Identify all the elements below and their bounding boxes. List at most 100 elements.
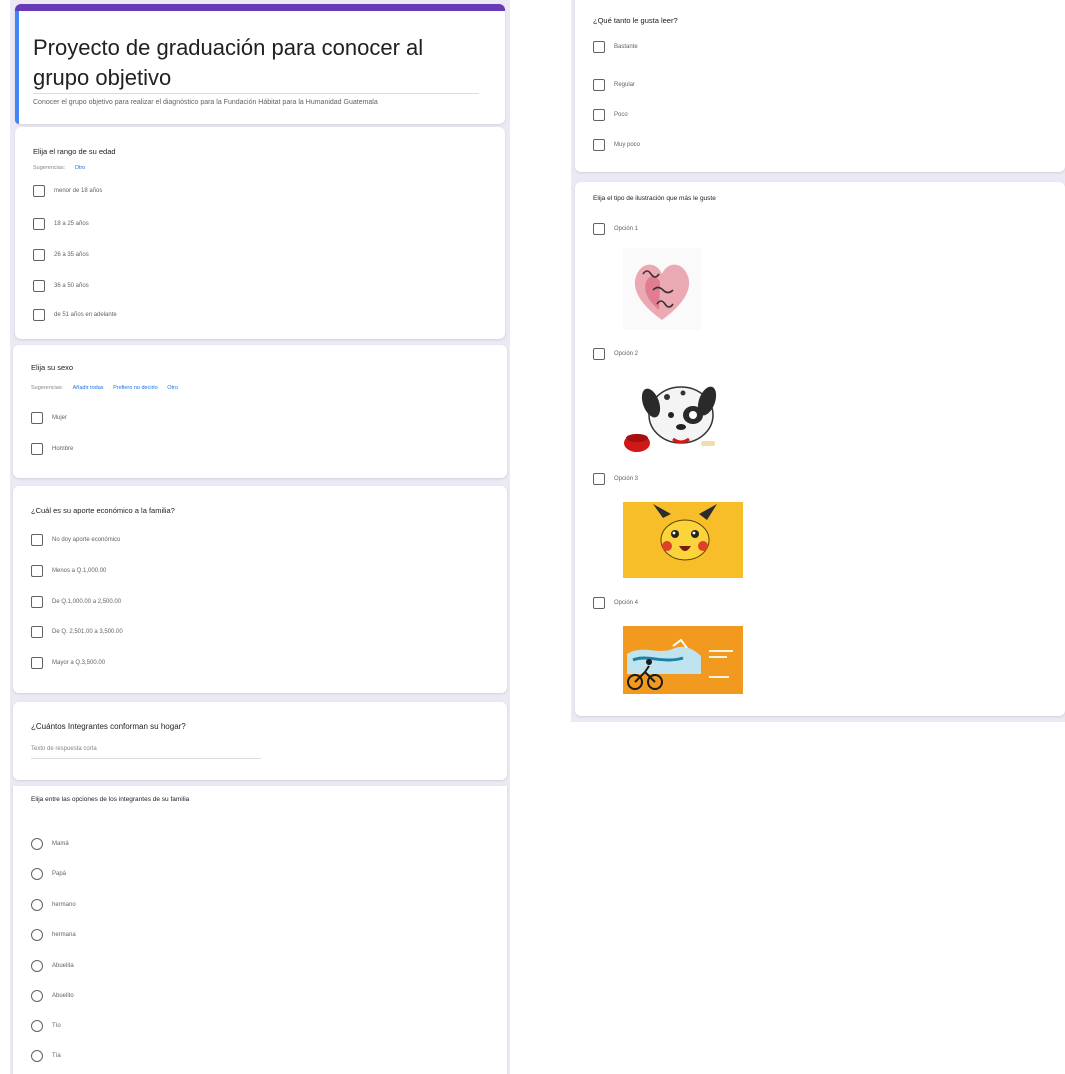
option-item[interactable]: Tío (31, 1019, 61, 1033)
question-title[interactable]: ¿Qué tanto le gusta leer? (593, 16, 678, 25)
option-label: De Q. 2,501.00 a 3,500.00 (52, 629, 123, 635)
radio-icon[interactable] (31, 868, 43, 880)
option-label: Tía (52, 1053, 61, 1059)
option-item[interactable]: Muy poco (593, 138, 640, 152)
option-label: 36 a 50 años (54, 283, 89, 289)
checkbox-icon[interactable] (31, 565, 43, 577)
question-card-reading[interactable]: ¿Qué tanto le gusta leer? Bastante Regul… (575, 0, 1065, 172)
option-label: Tío (52, 1023, 61, 1029)
option-item[interactable]: 26 a 35 años (33, 248, 89, 262)
option-item[interactable]: hermana (31, 928, 76, 942)
form-header-card: Proyecto de graduación para conocer al g… (15, 4, 505, 124)
option-item[interactable]: Regular (593, 78, 635, 92)
checkbox-icon[interactable] (593, 223, 605, 235)
checkbox-icon[interactable] (31, 626, 43, 638)
option-item[interactable]: De Q.1,000.00 a 2,500.00 (31, 595, 121, 609)
question-card-household[interactable]: ¿Cuántos Integrantes conforman su hogar?… (13, 702, 507, 780)
option-label: De Q.1,000.00 a 2,500.00 (52, 599, 122, 605)
checkbox-icon[interactable] (593, 473, 605, 485)
option-label: 18 a 25 años (54, 221, 89, 227)
question-card-income[interactable]: ¿Cuál es su aporte económico a la famili… (13, 486, 507, 693)
radio-icon[interactable] (31, 1020, 43, 1032)
option-item[interactable]: Papá (31, 867, 66, 881)
radio-icon[interactable] (31, 899, 43, 911)
question-card-family[interactable]: Elija entre las opciones de los integran… (13, 786, 507, 1074)
option-item[interactable]: Hombre (31, 442, 73, 456)
checkbox-icon[interactable] (593, 139, 605, 151)
suggestion-other-link[interactable]: Otro (167, 385, 178, 391)
option-label: Opción 4 (614, 600, 639, 606)
option-item[interactable]: De Q. 2,501.00 a 3,500.00 (31, 625, 123, 639)
option-item[interactable]: Abuelita (31, 959, 74, 973)
question-title[interactable]: Elija el tipo de ilustración que más le … (593, 195, 716, 202)
option-label: Poco (614, 112, 628, 118)
option-item[interactable]: Abuelito (31, 989, 74, 1003)
form-title[interactable]: Proyecto de graduación para conocer al g… (33, 33, 483, 93)
option-item[interactable]: 36 a 50 años (33, 279, 89, 293)
watercolor-heart-lettering-image (623, 248, 701, 330)
question-title[interactable]: ¿Cuál es su aporte económico a la famili… (31, 506, 175, 515)
option-label: Opción 1 (614, 226, 639, 232)
option-item[interactable]: de 51 años en adelante (33, 308, 117, 322)
checkbox-icon[interactable] (31, 596, 43, 608)
option-item[interactable]: Mujer (31, 411, 67, 425)
suggestions-row: Sugerencias: Otro (33, 165, 85, 171)
option-item[interactable]: Opción 4 (593, 596, 638, 610)
checkbox-icon[interactable] (31, 443, 43, 455)
checkbox-icon[interactable] (593, 79, 605, 91)
checkbox-icon[interactable] (33, 280, 45, 292)
option-item[interactable]: Bastante (593, 40, 638, 54)
checkbox-icon[interactable] (593, 41, 605, 53)
option-item[interactable]: Tía (31, 1049, 61, 1063)
suggestion-prefer-not-link[interactable]: Prefiero no decirlo (113, 385, 158, 391)
question-card-illustration[interactable]: Elija el tipo de ilustración que más le … (575, 182, 1065, 716)
option-item[interactable]: Menos a Q.1,000.00 (31, 564, 106, 578)
checkbox-icon[interactable] (593, 597, 605, 609)
cyclist-orange-poster-image (623, 626, 743, 694)
short-answer-input[interactable]: Texto de respuesta corta (31, 746, 261, 759)
radio-icon[interactable] (31, 838, 43, 850)
option-label: No doy aporte económico (52, 537, 121, 543)
question-card-sex[interactable]: Elija su sexo Sugerencias: Añadir todas … (13, 345, 507, 478)
option-item[interactable]: 18 a 25 años (33, 217, 89, 231)
option-label: 26 a 35 años (54, 252, 89, 258)
form-column-right: ¿Qué tanto le gusta leer? Bastante Regul… (571, 0, 1065, 722)
option-label: Papá (52, 871, 67, 877)
question-title[interactable]: Elija el rango de su edad (33, 147, 116, 156)
option-item[interactable]: Opción 2 (593, 347, 638, 361)
checkbox-icon[interactable] (31, 657, 43, 669)
checkbox-icon[interactable] (33, 218, 45, 230)
checkbox-icon[interactable] (33, 185, 45, 197)
option-item[interactable]: Mamá (31, 837, 69, 851)
option-item[interactable]: Opción 1 (593, 222, 638, 236)
question-title[interactable]: Elija su sexo (31, 363, 73, 372)
option-item[interactable]: Opción 3 (593, 472, 638, 486)
option-label: hermana (52, 932, 76, 938)
radio-icon[interactable] (31, 1050, 43, 1062)
checkbox-icon[interactable] (31, 534, 43, 546)
radio-icon[interactable] (31, 990, 43, 1002)
form-description[interactable]: Conocer el grupo objetivo para realizar … (33, 99, 378, 106)
option-item[interactable]: Mayor a Q.3,500.00 (31, 656, 105, 670)
dalmatian-puppy-image (623, 375, 719, 457)
checkbox-icon[interactable] (593, 109, 605, 121)
option-label: Mujer (52, 415, 68, 421)
option-item[interactable]: menor de 18 años (33, 184, 102, 198)
option-label: Hombre (52, 446, 74, 452)
form-column-left: Proyecto de graduación para conocer al g… (10, 0, 510, 1074)
checkbox-icon[interactable] (33, 249, 45, 261)
question-card-age[interactable]: Elija el rango de su edad Sugerencias: O… (15, 127, 505, 339)
option-item[interactable]: No doy aporte económico (31, 533, 120, 547)
radio-icon[interactable] (31, 960, 43, 972)
checkbox-icon[interactable] (593, 348, 605, 360)
radio-icon[interactable] (31, 929, 43, 941)
checkbox-icon[interactable] (33, 309, 45, 321)
suggestion-other-link[interactable]: Otro (75, 165, 86, 171)
question-title[interactable]: ¿Cuántos Integrantes conforman su hogar? (31, 722, 186, 731)
checkbox-icon[interactable] (31, 412, 43, 424)
option-item[interactable]: Poco (593, 108, 628, 122)
question-title[interactable]: Elija entre las opciones de los integran… (31, 796, 189, 803)
suggestion-add-all-link[interactable]: Añadir todas (73, 385, 104, 391)
option-label: Abuelita (52, 963, 74, 969)
option-item[interactable]: hermano (31, 898, 76, 912)
